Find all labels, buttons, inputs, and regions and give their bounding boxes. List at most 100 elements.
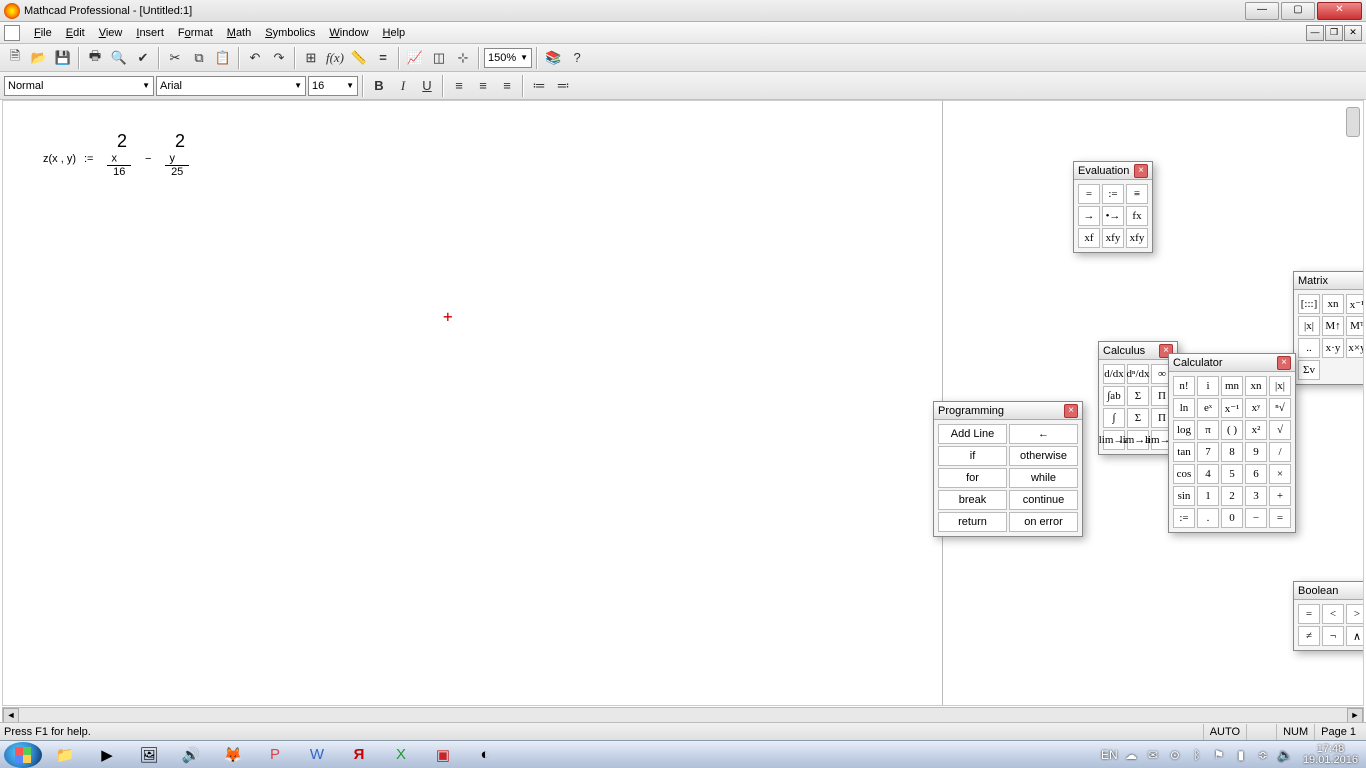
start-button[interactable] xyxy=(4,742,42,768)
undo-icon[interactable]: ↶ xyxy=(244,47,266,69)
tray-network-icon[interactable]: ☁ xyxy=(1123,748,1139,762)
palette-button[interactable]: cos xyxy=(1173,464,1195,484)
palette-button[interactable]: [:::] xyxy=(1298,294,1320,314)
palette-button[interactable]: Add Line xyxy=(938,424,1007,444)
spellcheck-icon[interactable]: ✔ xyxy=(132,47,154,69)
palette-button[interactable]: xf xyxy=(1078,228,1100,248)
open-icon[interactable]: 📂 xyxy=(28,47,50,69)
palette-button[interactable]: i xyxy=(1197,376,1219,396)
palette-button[interactable]: 1 xyxy=(1197,486,1219,506)
style-combo[interactable]: Normal▼ xyxy=(4,76,154,96)
tray-volume-icon[interactable]: 🔈 xyxy=(1277,748,1293,762)
save-icon[interactable]: 💾 xyxy=(52,47,74,69)
scroll-track[interactable] xyxy=(19,708,1347,723)
palette-button[interactable]: Mᵀ xyxy=(1346,316,1364,336)
menu-window[interactable]: Window xyxy=(323,25,374,41)
palette-button[interactable]: fx xyxy=(1126,206,1148,226)
bold-button[interactable]: B xyxy=(368,75,390,97)
palette-header[interactable]: Boolean xyxy=(1294,582,1364,600)
palette-button[interactable]: •→ xyxy=(1102,206,1124,226)
taskbar-mathcad-icon[interactable]: ◐ xyxy=(466,743,504,767)
palette-button[interactable]: n! xyxy=(1173,376,1195,396)
palette-button[interactable]: − xyxy=(1245,508,1267,528)
new-icon[interactable]: 🗎 xyxy=(4,47,26,69)
palette-button[interactable]: . xyxy=(1197,508,1219,528)
resource-center-icon[interactable]: 📚 xyxy=(542,47,564,69)
palette-button[interactable]: x² xyxy=(1245,420,1267,440)
close-icon[interactable]: × xyxy=(1134,164,1148,178)
palette-button[interactable]: M↑ xyxy=(1322,316,1344,336)
zoom-combo[interactable]: 150% ▼ xyxy=(484,48,532,68)
scroll-left-button[interactable]: ◄ xyxy=(3,708,19,723)
taskbar-powerpoint-icon[interactable]: P xyxy=(256,743,294,767)
menu-file[interactable]: File xyxy=(28,25,58,41)
palette-button[interactable]: 4 xyxy=(1197,464,1219,484)
help-icon[interactable]: ? xyxy=(566,47,588,69)
scroll-right-button[interactable]: ► xyxy=(1347,708,1363,723)
cut-icon[interactable]: ✂ xyxy=(164,47,186,69)
palette-button[interactable]: 9 xyxy=(1245,442,1267,462)
palette-button[interactable]: 2 xyxy=(1221,486,1243,506)
palette-button[interactable]: 5 xyxy=(1221,464,1243,484)
print-icon[interactable]: 🖶 xyxy=(84,47,106,69)
tray-flag-icon[interactable]: ⚑ xyxy=(1211,748,1227,762)
insert-function-icon[interactable]: f(x) xyxy=(324,47,346,69)
palette-button[interactable]: 0 xyxy=(1221,508,1243,528)
palette-button[interactable]: xfy xyxy=(1102,228,1124,248)
palette-button[interactable]: < xyxy=(1322,604,1344,624)
align-left-icon[interactable]: ≡ xyxy=(448,75,470,97)
menu-format[interactable]: Format xyxy=(172,25,219,41)
taskbar-yandex-icon[interactable]: Я xyxy=(340,743,378,767)
palette-button[interactable]: sin xyxy=(1173,486,1195,506)
palette-button[interactable]: while xyxy=(1009,468,1078,488)
palette-button[interactable]: .. xyxy=(1298,338,1320,358)
align-right-icon[interactable]: ≡ xyxy=(496,75,518,97)
palette-button[interactable]: > xyxy=(1346,604,1364,624)
palette-button[interactable]: continue xyxy=(1009,490,1078,510)
menu-symbolics[interactable]: Symbolics xyxy=(259,25,321,41)
insert-component-icon[interactable]: ◫ xyxy=(428,47,450,69)
palette-header[interactable]: Calculus× xyxy=(1099,342,1177,360)
calculate-icon[interactable]: = xyxy=(372,47,394,69)
inner-restore-button[interactable]: ❐ xyxy=(1325,25,1343,41)
palette-button[interactable]: ≡ xyxy=(1126,184,1148,204)
close-icon[interactable]: × xyxy=(1277,356,1291,370)
palette-button[interactable]: := xyxy=(1102,184,1124,204)
palette-button[interactable]: for xyxy=(938,468,1007,488)
palette-button[interactable]: x·y xyxy=(1322,338,1344,358)
taskbar-firefox-icon[interactable]: 🦊 xyxy=(214,743,252,767)
palette-button[interactable]: Σ xyxy=(1127,386,1149,406)
paste-icon[interactable]: 📋 xyxy=(212,47,234,69)
palette-button[interactable]: π xyxy=(1197,420,1219,440)
vertical-scrollbar[interactable] xyxy=(1346,107,1360,137)
menu-edit[interactable]: Edit xyxy=(60,25,91,41)
palette-button[interactable]: dⁿ/dx xyxy=(1127,364,1149,384)
palette-button[interactable]: = xyxy=(1078,184,1100,204)
palette-button[interactable]: ∧ xyxy=(1346,626,1364,646)
taskbar-excel-icon[interactable]: X xyxy=(382,743,420,767)
component-wizard-icon[interactable]: ⊹ xyxy=(452,47,474,69)
tray-battery-icon[interactable]: ▮ xyxy=(1233,748,1249,762)
palette-button[interactable]: ∫ xyxy=(1103,408,1125,428)
tray-bluetooth-icon[interactable]: ᛒ xyxy=(1189,748,1205,762)
palette-button[interactable]: ( ) xyxy=(1221,420,1243,440)
palette-button[interactable]: 3 xyxy=(1245,486,1267,506)
palette-button[interactable]: / xyxy=(1269,442,1291,462)
insert-unit-icon[interactable]: 📏 xyxy=(348,47,370,69)
palette-button[interactable]: |x| xyxy=(1269,376,1291,396)
taskbar-explorer-icon[interactable]: 📁 xyxy=(46,743,84,767)
tray-lang[interactable]: EN xyxy=(1101,748,1117,762)
palette-button[interactable]: xn xyxy=(1245,376,1267,396)
palette-button[interactable]: ∫ab xyxy=(1103,386,1125,406)
taskbar-photos-icon[interactable]: 🖼 xyxy=(130,743,168,767)
palette-button[interactable]: if xyxy=(938,446,1007,466)
palette-header[interactable]: Evaluation× xyxy=(1074,162,1152,180)
underline-button[interactable]: U xyxy=(416,75,438,97)
palette-button[interactable]: ← xyxy=(1009,424,1078,444)
menu-math[interactable]: Math xyxy=(221,25,257,41)
palette-button[interactable]: |x| xyxy=(1298,316,1320,336)
palette-button[interactable]: 8 xyxy=(1221,442,1243,462)
palette-button[interactable]: d/dx xyxy=(1103,364,1125,384)
palette-button[interactable]: on error xyxy=(1009,512,1078,532)
palette-button[interactable]: √ xyxy=(1269,420,1291,440)
